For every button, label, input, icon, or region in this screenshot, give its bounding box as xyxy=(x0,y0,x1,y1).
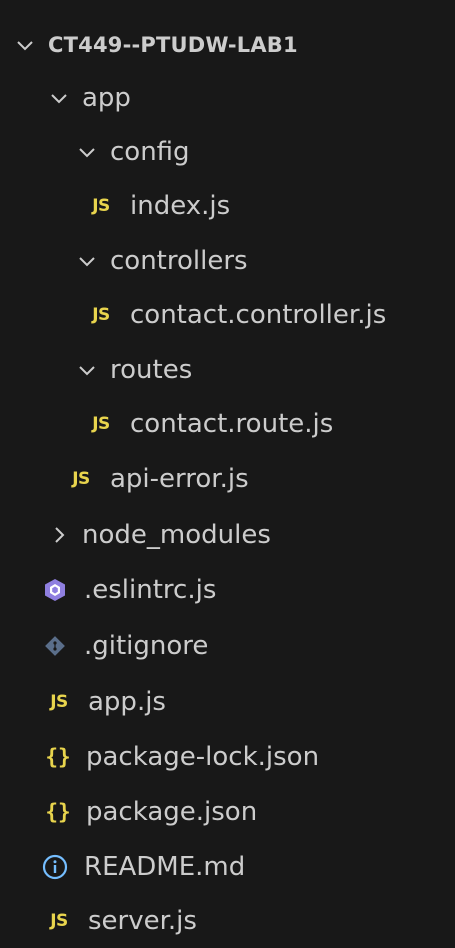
info-icon xyxy=(42,854,68,880)
tree-item-label: app xyxy=(82,83,131,113)
tree-item-label: node_modules xyxy=(82,520,271,550)
chevron-down-icon xyxy=(74,248,100,274)
chevron-down-icon xyxy=(74,357,100,383)
git-icon xyxy=(43,634,67,658)
tree-item-label: controllers xyxy=(110,246,248,276)
js-file-icon: JS xyxy=(92,196,110,216)
tree-file-contact-controller-js[interactable]: JS contact.controller.js xyxy=(0,288,455,342)
eslint-icon xyxy=(42,577,68,603)
tree-file-eslintrc-js[interactable]: .eslintrc.js xyxy=(0,563,455,617)
chevron-down-icon xyxy=(74,139,100,165)
tree-item-label: index.js xyxy=(130,191,231,221)
tree-item-label: .gitignore xyxy=(84,631,209,661)
tree-item-label: api-error.js xyxy=(110,464,249,494)
tree-item-label: contact.route.js xyxy=(130,409,334,439)
tree-folder-routes[interactable]: routes xyxy=(0,343,455,397)
tree-item-label: .eslintrc.js xyxy=(84,575,217,605)
tree-file-app-js[interactable]: JS app.js xyxy=(0,675,455,729)
explorer-root-folder[interactable]: CT449--PTUDW-LAB1 xyxy=(0,19,455,71)
tree-file-contact-route-js[interactable]: JS contact.route.js xyxy=(0,397,455,451)
tree-item-label: package.json xyxy=(86,797,258,827)
tree-item-label: server.js xyxy=(88,906,197,936)
tree-item-label: contact.controller.js xyxy=(130,300,387,330)
chevron-down-icon xyxy=(46,85,72,111)
tree-file-package-json[interactable]: {} package.json xyxy=(0,785,455,839)
tree-file-readme-md[interactable]: README.md xyxy=(0,840,455,894)
json-icon: {} xyxy=(45,745,71,769)
js-file-icon: JS xyxy=(50,692,68,712)
explorer-root-label: CT449--PTUDW-LAB1 xyxy=(48,33,298,57)
tree-folder-controllers[interactable]: controllers xyxy=(0,234,455,288)
tree-item-label: routes xyxy=(110,355,193,385)
tree-file-gitignore[interactable]: .gitignore xyxy=(0,619,455,673)
js-file-icon: JS xyxy=(72,469,90,489)
chevron-right-icon xyxy=(46,522,72,548)
tree-item-label: config xyxy=(110,137,190,167)
tree-folder-app[interactable]: app xyxy=(0,71,455,125)
js-file-icon: JS xyxy=(50,911,68,931)
tree-folder-node-modules[interactable]: node_modules xyxy=(0,508,455,562)
tree-file-index-js[interactable]: JS index.js xyxy=(0,179,455,233)
chevron-down-icon xyxy=(12,32,38,58)
file-explorer-tree: CT449--PTUDW-LAB1 app config JS index.js… xyxy=(0,0,455,948)
tree-file-server-js[interactable]: JS server.js xyxy=(0,894,455,948)
tree-item-label: package-lock.json xyxy=(86,742,320,772)
tree-item-label: app.js xyxy=(88,687,166,717)
js-file-icon: JS xyxy=(92,414,110,434)
js-file-icon: JS xyxy=(92,305,110,325)
tree-file-package-lock-json[interactable]: {} package-lock.json xyxy=(0,730,455,784)
tree-item-label: README.md xyxy=(84,852,246,882)
json-icon: {} xyxy=(45,800,71,824)
tree-file-api-error-js[interactable]: JS api-error.js xyxy=(0,452,455,506)
tree-folder-config[interactable]: config xyxy=(0,125,455,179)
